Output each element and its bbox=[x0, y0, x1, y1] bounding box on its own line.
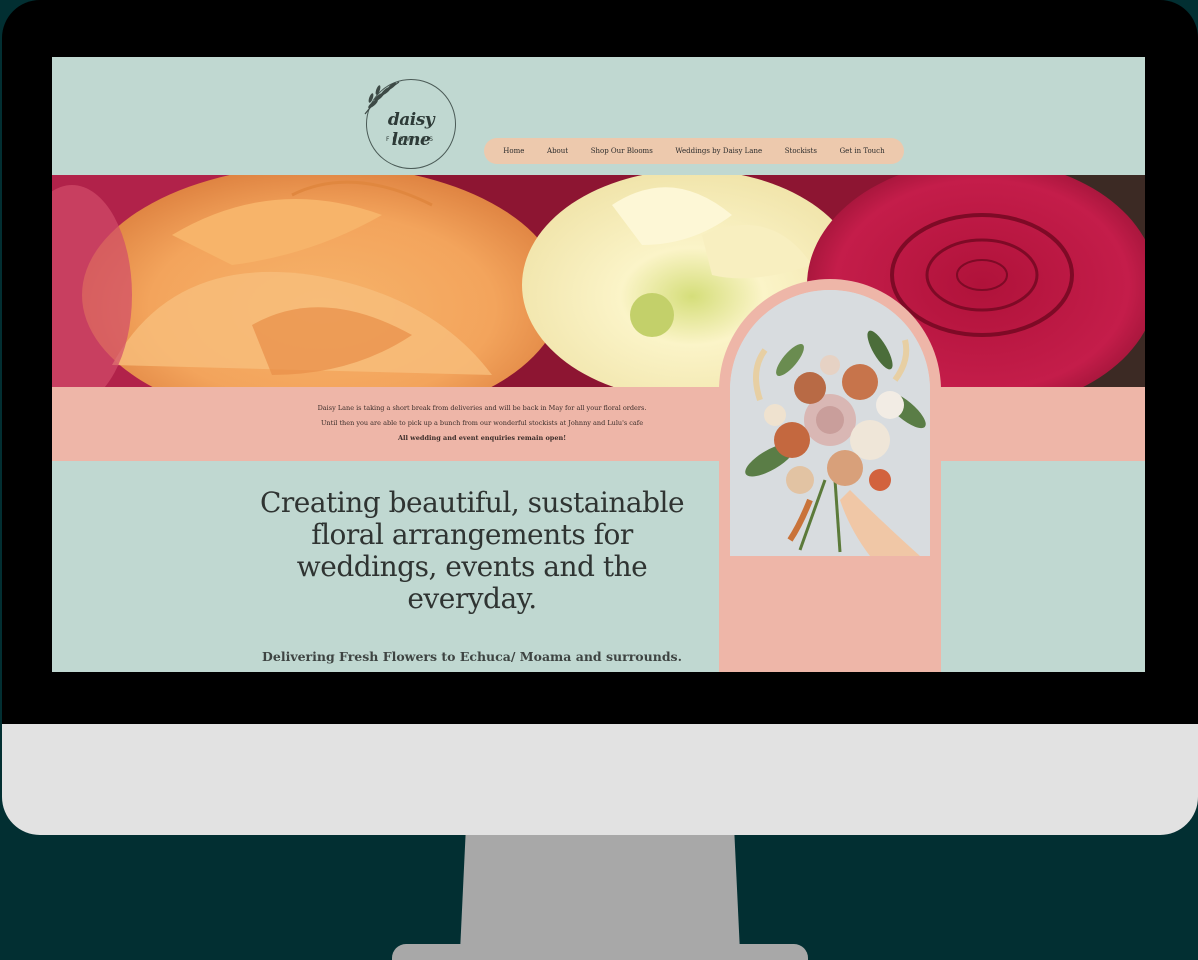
nav-item-weddings[interactable]: Weddings by Daisy Lane bbox=[675, 147, 762, 155]
page-headline: Creating beautiful, sustainable floral a… bbox=[259, 486, 685, 615]
hero-flower-image bbox=[52, 175, 1145, 387]
nav-item-stockists[interactable]: Stockists bbox=[785, 147, 817, 155]
nav-item-about[interactable]: About bbox=[547, 147, 568, 155]
main-content: Creating beautiful, sustainable floral a… bbox=[52, 461, 1145, 672]
nav-item-home[interactable]: Home bbox=[503, 147, 524, 155]
announcement-line-1: Daisy Lane is taking a short break from … bbox=[317, 404, 647, 412]
bouquet-arch-card bbox=[719, 279, 941, 672]
announcement-line-2: Until then you are able to pick up a bun… bbox=[320, 419, 644, 427]
logo-wordmark: daisy lane bbox=[387, 110, 435, 150]
nav-item-contact[interactable]: Get in Touch bbox=[840, 147, 885, 155]
site-logo[interactable]: daisy lane FLOWERS bbox=[364, 79, 456, 169]
site-header: daisy lane FLOWERS Home About Shop Our B… bbox=[52, 57, 1145, 175]
monitor-stand-base bbox=[392, 944, 808, 960]
monitor-stand bbox=[460, 834, 740, 952]
bouquet-photo bbox=[730, 290, 930, 556]
announcement-banner: Daisy Lane is taking a short break from … bbox=[52, 387, 1145, 461]
website-screen: daisy lane FLOWERS Home About Shop Our B… bbox=[52, 57, 1145, 672]
announcement-line-3: All wedding and event enquiries remain o… bbox=[397, 434, 567, 442]
announcement-text: Daisy Lane is taking a short break from … bbox=[262, 401, 702, 446]
main-navigation: Home About Shop Our Blooms Weddings by D… bbox=[484, 138, 904, 164]
logo-tagline: FLOWERS bbox=[385, 136, 436, 143]
nav-item-shop[interactable]: Shop Our Blooms bbox=[591, 147, 653, 155]
delivery-subline: Delivering Fresh Flowers to Echuca/ Moam… bbox=[262, 649, 682, 664]
